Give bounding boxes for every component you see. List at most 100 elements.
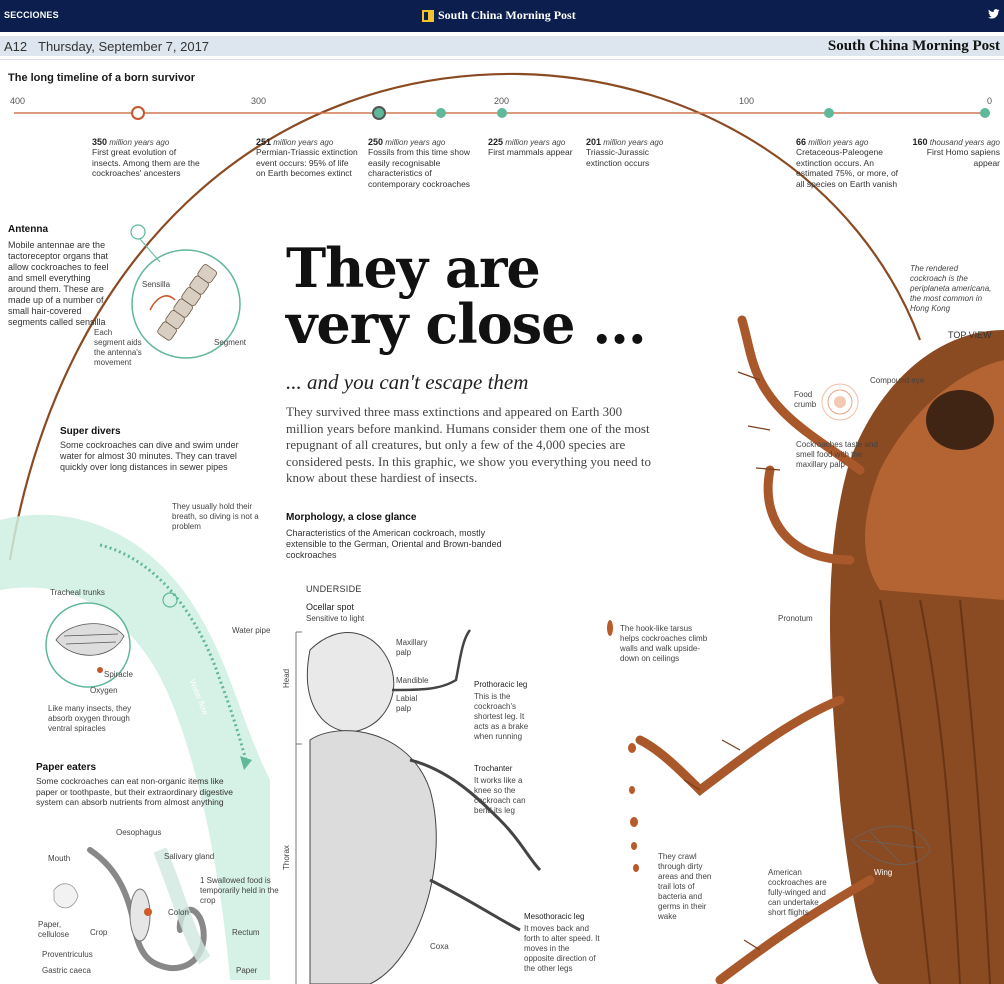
page-header-strip: A12 Thursday, September 7, 2017 South Ch… — [0, 32, 1004, 60]
paper-label: Paper — [236, 966, 258, 975]
each-segment-label: Each segment aids the antenna's movement — [94, 328, 142, 367]
timeline-event: 251 million years ago Permian-Triassic e… — [256, 137, 360, 179]
event-unit: million years ago — [273, 138, 334, 147]
food-crumb-label: Food crumb — [794, 390, 817, 409]
segment-label: Segment — [214, 338, 247, 347]
salivary-label: Salivary gland — [164, 852, 215, 861]
event-amount: 251 — [256, 137, 272, 147]
timeline-tick: 300 — [251, 96, 267, 106]
headline-line-1: They are — [286, 236, 541, 300]
event-amount: 225 — [488, 137, 504, 147]
timeline-tick: 100 — [739, 96, 755, 106]
event-unit: million years ago — [385, 138, 446, 147]
top-nav-bar: SECCIONES South China Morning Post — [0, 0, 1004, 32]
winged-note: American cockroaches are fully-winged an… — [768, 868, 827, 917]
super-divers-title: Super divers — [60, 426, 121, 437]
spiracle-note: Like many insects, they absorb oxygen th… — [48, 704, 132, 733]
sensilla-label: Sensilla — [142, 280, 171, 289]
page-number: A12 — [4, 39, 28, 54]
antenna-text: Mobile antennae are the tactoreceptor or… — [8, 240, 109, 327]
mouth-label: Mouth — [48, 854, 71, 863]
event-amount: 160 — [912, 137, 928, 147]
paper-eaters-title: Paper eaters — [36, 762, 97, 773]
headline-line-2: very close ... — [286, 292, 647, 356]
antenna-title: Antenna — [8, 224, 48, 235]
timeline-marker — [131, 106, 145, 120]
event-amount: 66 — [796, 137, 807, 147]
spiracle-label: Spiracle — [104, 670, 133, 679]
event-unit: million years ago — [505, 138, 566, 147]
publication-name: South China Morning Post — [827, 38, 1000, 54]
oesophagus-label: Oesophagus — [116, 828, 162, 837]
crop-label: Crop — [90, 928, 108, 937]
paper-cellulose-label: Paper, cellulose — [38, 920, 70, 939]
compound-eye-label: Compound eye — [870, 376, 925, 385]
event-amount: 201 — [586, 137, 602, 147]
pronotum-label: Pronotum — [778, 614, 813, 623]
timeline-event: 201 million years ago Triassic-Jurassic … — [586, 137, 686, 168]
timeline-tick: 0 — [987, 96, 993, 106]
event-unit: million years ago — [603, 138, 664, 147]
mesothoracic-text: It moves back and forth to alter speed. … — [524, 924, 600, 973]
mandible-label: Mandible — [396, 676, 429, 685]
event-amount: 250 — [368, 137, 384, 147]
hook-note: The hook-like tarsus helps cockroaches c… — [620, 624, 708, 663]
prothoracic-label: Prothoracic leg — [474, 680, 528, 689]
proventriculus-label: Proventriculus — [42, 950, 93, 959]
timeline-tick: 200 — [494, 96, 510, 106]
render-note: The rendered cockroach is the periplanet… — [910, 264, 992, 313]
event-unit: thousand years ago — [929, 138, 1000, 147]
oxygen-label: Oxygen — [90, 686, 118, 695]
timeline-title: The long timeline of a born survivor — [8, 72, 196, 84]
event-unit: million years ago — [808, 138, 869, 147]
scmp-logo-icon — [422, 9, 434, 22]
event-text: Triassic-Jurassic extinction occurs — [586, 147, 650, 168]
timeline-marker — [980, 108, 990, 118]
step-one-note: 1 Swallowed food is temporarily held in … — [200, 876, 279, 905]
mesothoracic-label: Mesothoracic leg — [524, 912, 585, 921]
subheadline: ... and you can't escape them — [286, 370, 529, 394]
trochanter-label: Trochanter — [474, 764, 513, 773]
paper-eaters-text: Some cockroaches can eat non-organic ite… — [36, 776, 234, 807]
infographic-artwork — [0, 72, 1004, 984]
tracheal-label: Tracheal trunks — [50, 588, 105, 597]
headline: They are very close ... — [286, 236, 647, 356]
morphology-title: Morphology, a close glance — [286, 512, 417, 523]
ocellar-label: Ocellar spot — [306, 602, 355, 612]
hold-breath-note: They usually hold their breath, so divin… — [172, 502, 259, 531]
event-text: First great evolution of insects. Among … — [92, 147, 200, 178]
event-text: Permian-Triassic extinction event occurs… — [256, 147, 358, 178]
page-date: Thursday, September 7, 2017 — [38, 39, 210, 54]
timeline-event: 225 million years ago First mammals appe… — [488, 137, 574, 158]
timeline-event: 66 million years ago Cretaceous-Paleogen… — [796, 137, 908, 189]
coxa-label: Coxa — [430, 942, 449, 951]
head-label: Head — [282, 668, 291, 688]
super-divers-text: Some cockroaches can dive and swim under… — [60, 440, 239, 472]
thorax-label: Thorax — [282, 845, 291, 870]
crawl-note: They crawl through dirty areas and then … — [658, 852, 712, 921]
labial-label: Labial palp — [396, 694, 418, 713]
water-pipe-label: Water pipe — [232, 626, 271, 635]
trochanter-text: It works like a knee so the cockroach ca… — [474, 776, 526, 815]
top-view-title: TOP VIEW — [948, 330, 992, 340]
timeline-marker — [436, 108, 446, 118]
wing-label: Wing — [874, 868, 893, 877]
underside-title: UNDERSIDE — [306, 584, 362, 594]
brand-name: South China Morning Post — [438, 8, 576, 22]
rectum-label: Rectum — [232, 928, 260, 937]
event-text: First mammals appear — [488, 147, 573, 157]
timeline-event: 350 million years ago First great evolut… — [92, 137, 202, 179]
event-text: Fossils from this time show easily recog… — [368, 147, 471, 189]
gastric-label: Gastric caeca — [42, 966, 91, 975]
taste-note: Cockroaches taste and smell food with th… — [796, 440, 878, 469]
timeline-event: 160 thousand years ago First Homo sapien… — [912, 137, 1000, 168]
morphology-text: Characteristics of the American cockroac… — [286, 528, 502, 560]
event-unit: million years ago — [109, 138, 170, 147]
brand-logo[interactable]: South China Morning Post — [422, 8, 576, 23]
timeline-tick: 400 — [10, 96, 26, 106]
sections-menu[interactable]: SECCIONES — [4, 10, 59, 20]
timeline-marker — [497, 108, 507, 118]
twitter-icon[interactable] — [988, 8, 1000, 23]
maxillary-label: Maxillary palp — [396, 638, 428, 657]
ocellar-sub: Sensitive to light — [306, 614, 365, 623]
